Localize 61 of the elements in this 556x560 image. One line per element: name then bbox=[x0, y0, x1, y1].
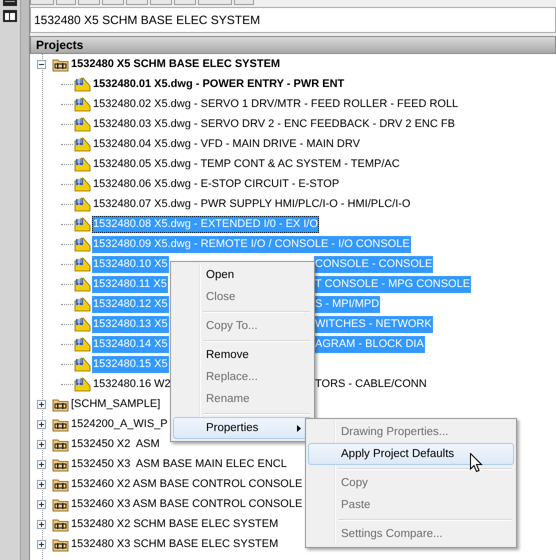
project-folder-icon bbox=[52, 396, 69, 412]
drawing-label[interactable]: 1532480.16 W2 bbox=[92, 376, 172, 392]
project-folder-icon bbox=[52, 496, 69, 512]
drawing-label[interactable]: 1532480.07 X5.dwg - PWR SUPPLY HMI/PLC/I-O - HMI/PLC/I-O bbox=[92, 196, 412, 212]
drawing-file-icon bbox=[74, 316, 91, 332]
drawing-label[interactable]: 1532480.04 X5.dwg - VFD - MAIN DRIVE - MAIN DRV bbox=[92, 136, 361, 152]
expand-icon[interactable] bbox=[37, 400, 46, 408]
project-folder-icon bbox=[52, 456, 69, 472]
drawing-file-icon bbox=[74, 176, 91, 192]
drawing-file-icon bbox=[74, 76, 91, 92]
drawing-file-icon bbox=[74, 236, 91, 252]
collapse-icon[interactable] bbox=[37, 60, 46, 68]
project-folder-icon bbox=[52, 476, 69, 492]
drawing-file-icon bbox=[74, 196, 91, 212]
drawing-file-icon bbox=[74, 136, 91, 152]
panel-icon[interactable] bbox=[3, 10, 17, 22]
project-folder-icon bbox=[52, 416, 69, 432]
drawing-file-icon bbox=[74, 156, 91, 172]
drawing-file-icon bbox=[74, 336, 91, 352]
drawing-file-icon bbox=[74, 116, 91, 132]
expand-icon[interactable] bbox=[37, 420, 46, 428]
project-label[interactable]: 1532480 X5 SCHM BASE ELEC SYSTEM bbox=[70, 56, 282, 72]
project-folder-icon bbox=[52, 436, 69, 452]
expand-icon[interactable] bbox=[37, 520, 46, 528]
drawing-label[interactable]: 1532480.03 X5.dwg - SERVO DRV 2 - ENC FEEDBACK - DRV 2 ENC FB bbox=[92, 116, 456, 132]
drawing-label[interactable]: 1532480.02 X5.dwg - SERVO 1 DRV/MTR - FEED ROLLER - FEED ROLL bbox=[92, 96, 460, 112]
submenu-arrow-icon bbox=[297, 424, 301, 432]
menu-item[interactable]: Remove bbox=[173, 344, 312, 366]
project-folder-icon bbox=[52, 516, 69, 532]
project-label[interactable]: [SCHM_SAMPLE] bbox=[70, 396, 162, 412]
drawing-file-icon bbox=[74, 376, 91, 392]
project-label[interactable]: 1532480 X2 SCHM BASE ELEC SYSTEM bbox=[70, 516, 280, 532]
drawing-file-icon bbox=[74, 356, 91, 372]
project-folder-icon bbox=[52, 536, 69, 552]
menu-item[interactable]: Properties bbox=[173, 417, 312, 439]
drawing-label[interactable]: 1532480.01 X5.dwg - POWER ENTRY - PWR ENT bbox=[92, 76, 346, 92]
list-icon[interactable] bbox=[3, 0, 17, 6]
project-folder-icon bbox=[52, 56, 69, 72]
menu-item[interactable]: Apply Project Defaults bbox=[308, 443, 514, 465]
drawing-file-icon bbox=[74, 296, 91, 312]
panel-header: Projects bbox=[30, 36, 556, 54]
expand-icon[interactable] bbox=[37, 540, 46, 548]
drawing-file-icon bbox=[74, 216, 91, 232]
project-field[interactable]: 1532480 X5 SCHM BASE ELEC SYSTEM bbox=[30, 7, 556, 33]
drawing-file-icon bbox=[74, 96, 91, 112]
menu-item[interactable]: Open bbox=[173, 264, 312, 286]
drawing-label[interactable]: 1532480.05 X5.dwg - TEMP CONT & AC SYSTEM - TEMP/AC bbox=[92, 156, 401, 172]
project-label[interactable]: 1532460 X2 ASM BASE CONTROL CONSOLE bbox=[70, 476, 304, 492]
expand-icon[interactable] bbox=[37, 440, 46, 448]
project-label[interactable]: 1532480 X3 SCHM BASE ELEC SYSTEM bbox=[70, 536, 280, 552]
drawing-file-icon bbox=[74, 276, 91, 292]
expand-icon[interactable] bbox=[37, 500, 46, 508]
project-label[interactable]: 1532460 X3 ASM BASE CONTROL CONSOLE bbox=[70, 496, 304, 512]
project-label[interactable]: 1524200_A_WIS_P bbox=[70, 416, 169, 432]
project-label[interactable]: 1532450 X2 ASM bbox=[70, 436, 161, 452]
project-label[interactable]: 1532450 X3 ASM BASE MAIN ELEC ENCL bbox=[70, 456, 288, 472]
drawing-label[interactable]: 1532480.06 X5.dwg - E-STOP CIRCUIT - E-STOP bbox=[92, 176, 340, 192]
drawing-label[interactable]: TORS - CABLE/CONN bbox=[314, 376, 428, 392]
expand-icon[interactable] bbox=[37, 480, 46, 488]
drawing-file-icon bbox=[74, 256, 91, 272]
expand-icon[interactable] bbox=[37, 460, 46, 468]
